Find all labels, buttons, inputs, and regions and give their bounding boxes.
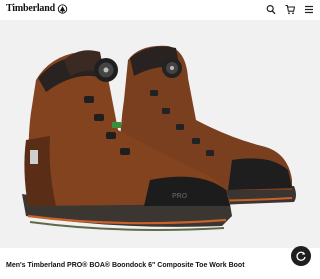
header-icons: [266, 4, 314, 15]
cart-icon[interactable]: [285, 4, 295, 15]
product-image[interactable]: PRO: [0, 20, 320, 248]
svg-text:PRO: PRO: [172, 193, 188, 200]
menu-icon[interactable]: [304, 4, 314, 15]
search-icon[interactable]: [266, 4, 276, 15]
brand-name: Timberland: [6, 3, 55, 14]
brand-logo[interactable]: Timberland: [6, 3, 68, 14]
chat-button[interactable]: [291, 246, 311, 266]
tree-logo-icon: [57, 3, 68, 14]
refresh-chat-icon: [296, 251, 306, 261]
boots-illustration: PRO: [22, 45, 296, 231]
product-title[interactable]: Men's Timberland PRO® BOA® Boondock 6" C…: [6, 262, 245, 269]
site-header: Timberland: [0, 0, 320, 20]
